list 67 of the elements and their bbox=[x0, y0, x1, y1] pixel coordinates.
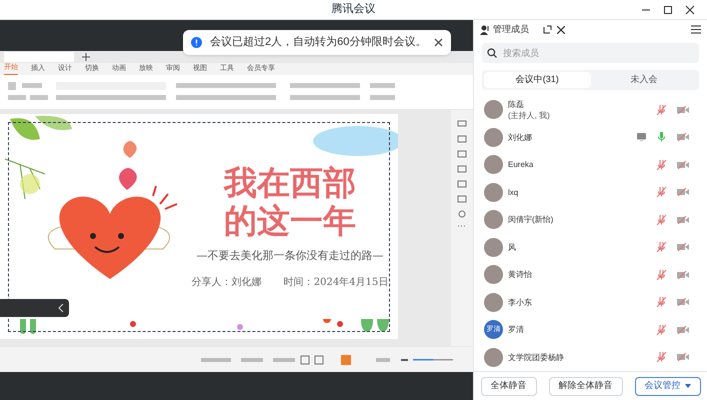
close-icon[interactable] bbox=[557, 26, 565, 34]
avatar-photo-placeholder bbox=[484, 128, 503, 147]
muted-microphone-icon[interactable] bbox=[656, 270, 667, 280]
avatar-photo-placeholder bbox=[484, 210, 503, 230]
member-name: Eureka bbox=[508, 159, 534, 170]
close-icon[interactable] bbox=[685, 5, 695, 15]
member-name: 李小东 bbox=[508, 296, 533, 308]
panel-title: 管理成员 bbox=[493, 22, 529, 36]
window-title: 腾讯会议 bbox=[332, 2, 376, 18]
close-icon[interactable] bbox=[434, 38, 444, 47]
muted-microphone-icon[interactable] bbox=[656, 324, 667, 335]
member-name: 闵倩宇(新怡) bbox=[508, 214, 554, 226]
muted-microphone-icon[interactable] bbox=[656, 242, 667, 252]
member-name: 陈磊 bbox=[508, 98, 525, 110]
member-name: lxq bbox=[508, 186, 520, 198]
camera-off-icon[interactable] bbox=[677, 298, 689, 306]
member-role: (主持人, 我) bbox=[508, 110, 551, 121]
muted-microphone-icon[interactable] bbox=[656, 297, 667, 308]
screen-share-icon bbox=[637, 133, 646, 142]
control-button[interactable]: 解除全体静音 bbox=[548, 376, 622, 396]
slide-title: 的这一年 bbox=[224, 202, 356, 240]
member-name: 罗清 bbox=[508, 324, 525, 336]
control-button[interactable]: 会议管控 bbox=[634, 376, 700, 396]
muted-microphone-icon[interactable] bbox=[656, 160, 667, 170]
pop-out-icon[interactable] bbox=[543, 25, 552, 34]
camera-off-icon[interactable] bbox=[677, 243, 689, 252]
avatar-photo-placeholder bbox=[484, 265, 503, 284]
collapse-icon[interactable] bbox=[58, 304, 64, 312]
microphone-icon[interactable] bbox=[656, 132, 667, 142]
slide-date: 时间：2024年4月15日 bbox=[284, 276, 388, 290]
avatar-photo-placeholder bbox=[484, 182, 503, 202]
camera-off-icon[interactable] bbox=[677, 270, 689, 279]
slide-subtitle: —不要去美化那一条你没有走过的路— bbox=[196, 248, 384, 264]
caret-icon bbox=[684, 384, 690, 388]
menu-icon[interactable] bbox=[691, 25, 701, 34]
avatar-photo-placeholder bbox=[484, 155, 503, 174]
avatar-photo-placeholder bbox=[484, 292, 503, 312]
avatar-photo-placeholder bbox=[484, 238, 503, 257]
camera-off-icon[interactable] bbox=[677, 133, 689, 142]
add-tab-icon[interactable] bbox=[82, 53, 90, 61]
member-tab[interactable]: 未入会 bbox=[590, 72, 697, 88]
info-icon bbox=[191, 37, 202, 48]
camera-off-icon[interactable] bbox=[677, 353, 689, 362]
toast-message: 会议已超过2人，自动转为60分钟限时会议。 bbox=[210, 35, 426, 50]
slide-presenter: 分享人：刘化娜 bbox=[192, 276, 262, 290]
member-name: 黄诗怡 bbox=[508, 269, 533, 280]
member-name: 刘化娜 bbox=[508, 132, 533, 143]
muted-microphone-icon[interactable] bbox=[656, 214, 667, 225]
member-name: 风 bbox=[508, 242, 517, 253]
search-field[interactable]: 搜索成员 bbox=[482, 43, 699, 64]
maximize-icon[interactable] bbox=[663, 5, 673, 15]
camera-off-icon[interactable] bbox=[677, 188, 689, 196]
members-icon bbox=[480, 24, 490, 35]
muted-microphone-icon[interactable] bbox=[656, 104, 667, 115]
slide-title: 我在西部 bbox=[224, 164, 356, 202]
camera-off-icon[interactable] bbox=[677, 326, 689, 334]
member-tab[interactable]: 会议中(31) bbox=[484, 72, 590, 88]
camera-off-icon[interactable] bbox=[677, 160, 689, 169]
muted-microphone-icon[interactable] bbox=[656, 352, 667, 362]
search-icon bbox=[487, 48, 497, 58]
control-button[interactable]: 全体静音 bbox=[480, 376, 536, 396]
camera-off-icon[interactable] bbox=[677, 216, 689, 224]
member-name: 文学院团委杨静 bbox=[508, 352, 565, 363]
camera-off-icon[interactable] bbox=[677, 106, 689, 114]
muted-microphone-icon[interactable] bbox=[656, 187, 667, 198]
avatar-photo-placeholder bbox=[484, 100, 503, 120]
avatar-photo-placeholder bbox=[484, 348, 503, 367]
